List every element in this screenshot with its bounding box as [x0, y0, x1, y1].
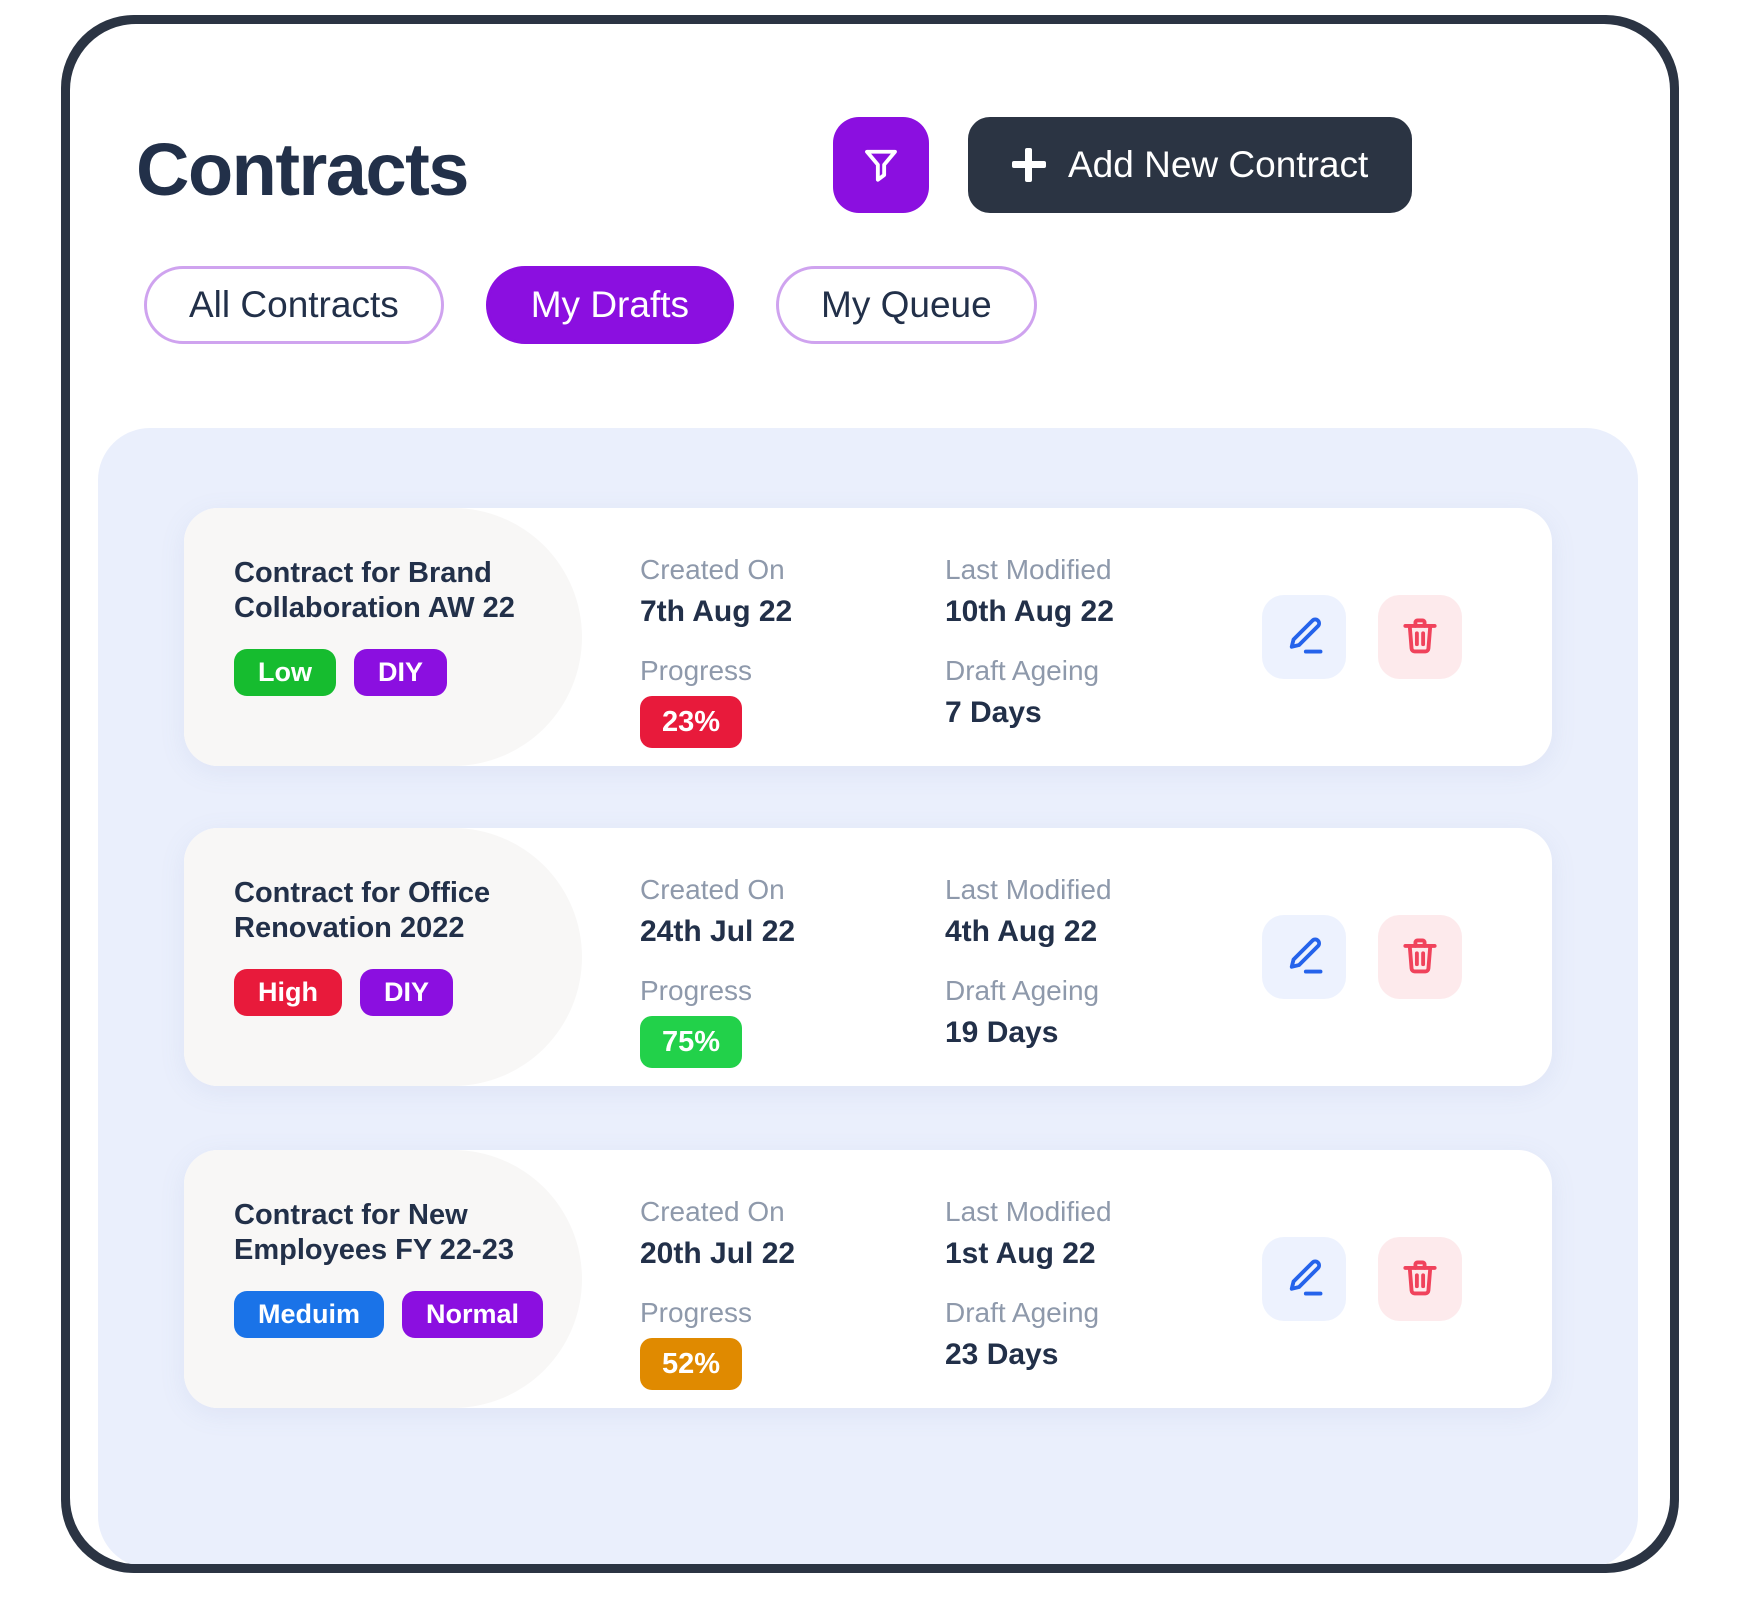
contract-summary: Contract for Brand Collaboration AW 22 L… — [184, 508, 582, 766]
app-screenshot: Contracts Add New Contract All Contracts… — [0, 0, 1740, 1605]
type-badge: Normal — [402, 1290, 544, 1338]
tab-my-queue-label: My Queue — [821, 284, 992, 325]
tab-my-queue[interactable]: My Queue — [776, 266, 1037, 344]
pencil-edit-icon — [1282, 1256, 1326, 1303]
last-modified-value: 1st Aug 22 — [945, 1237, 1096, 1270]
app-window: Contracts Add New Contract All Contracts… — [70, 24, 1670, 1564]
last-modified-label: Last Modified — [945, 1196, 1112, 1227]
last-modified-label: Last Modified — [945, 874, 1112, 905]
add-new-contract-label: Add New Contract — [1068, 144, 1369, 185]
page-header: Contracts Add New Contract All Contracts… — [70, 24, 1670, 424]
created-on-field: Created On 20th Jul 22 — [640, 1196, 945, 1271]
priority-badge: High — [234, 968, 342, 1016]
created-on-field: Created On 7th Aug 22 — [640, 554, 945, 629]
last-modified-label: Last Modified — [945, 554, 1112, 585]
progress-label: Progress — [640, 975, 753, 1006]
created-on-value: 20th Jul 22 — [640, 1237, 796, 1270]
contract-details: Created On 20th Jul 22 Last Modified 1st… — [582, 1150, 1252, 1408]
last-modified-field: Last Modified 4th Aug 22 — [945, 874, 1252, 949]
contract-actions — [1252, 828, 1552, 1086]
priority-badge: Meduim — [234, 1290, 385, 1338]
delete-contract-button[interactable] — [1378, 1237, 1462, 1321]
last-modified-value: 10th Aug 22 — [945, 595, 1114, 628]
contract-card[interactable]: Contract for New Employees FY 22-23 Medu… — [184, 1150, 1552, 1408]
contract-badges: Low DIY — [234, 648, 582, 696]
contract-actions — [1252, 1150, 1552, 1408]
draft-ageing-label: Draft Ageing — [945, 1297, 1100, 1328]
progress-badge: 75% — [640, 1016, 743, 1068]
contract-details: Created On 24th Jul 22 Last Modified 4th… — [582, 828, 1252, 1086]
page-title: Contracts — [136, 128, 469, 211]
progress-field: Progress 23% — [640, 655, 945, 748]
draft-ageing-field: Draft Ageing 7 Days — [945, 655, 1252, 748]
draft-ageing-field: Draft Ageing 19 Days — [945, 975, 1252, 1068]
contract-actions — [1252, 508, 1552, 766]
tab-bar: All Contracts My Drafts My Queue — [144, 266, 1037, 344]
progress-label: Progress — [640, 1297, 753, 1328]
delete-contract-button[interactable] — [1378, 915, 1462, 999]
progress-badge: 52% — [640, 1338, 743, 1390]
contract-badges: Meduim Normal — [234, 1290, 582, 1338]
pencil-edit-icon — [1282, 934, 1326, 981]
contract-badges: High DIY — [234, 968, 582, 1016]
tab-all-contracts-label: All Contracts — [189, 284, 399, 325]
tab-all-contracts[interactable]: All Contracts — [144, 266, 444, 344]
type-badge: DIY — [360, 968, 454, 1016]
priority-badge: Low — [234, 648, 336, 696]
progress-field: Progress 52% — [640, 1297, 945, 1390]
contract-summary: Contract for Office Renovation 2022 High… — [184, 828, 582, 1086]
edit-contract-button[interactable] — [1262, 915, 1346, 999]
add-new-contract-button[interactable]: Add New Contract — [968, 117, 1413, 213]
progress-label: Progress — [640, 655, 753, 686]
created-on-field: Created On 24th Jul 22 — [640, 874, 945, 949]
filter-funnel-icon — [860, 143, 902, 188]
progress-field: Progress 75% — [640, 975, 945, 1068]
contract-card[interactable]: Contract for Office Renovation 2022 High… — [184, 828, 1552, 1086]
draft-ageing-value: 19 Days — [945, 1016, 1059, 1049]
tab-my-drafts[interactable]: My Drafts — [485, 266, 735, 344]
tab-my-drafts-label: My Drafts — [530, 284, 690, 325]
trash-delete-icon — [1398, 1256, 1442, 1303]
contract-details: Created On 7th Aug 22 Last Modified 10th… — [582, 508, 1252, 766]
last-modified-field: Last Modified 1st Aug 22 — [945, 1196, 1252, 1271]
contracts-list-panel: Contract for Brand Collaboration AW 22 L… — [98, 428, 1638, 1564]
created-on-label: Created On — [640, 554, 785, 585]
draft-ageing-label: Draft Ageing — [945, 975, 1100, 1006]
contract-card[interactable]: Contract for Brand Collaboration AW 22 L… — [184, 508, 1552, 766]
delete-contract-button[interactable] — [1378, 595, 1462, 679]
last-modified-field: Last Modified 10th Aug 22 — [945, 554, 1252, 629]
created-on-label: Created On — [640, 874, 785, 905]
trash-delete-icon — [1398, 934, 1442, 981]
draft-ageing-value: 7 Days — [945, 696, 1042, 729]
contract-title: Contract for New Employees FY 22-23 — [234, 1199, 514, 1267]
edit-contract-button[interactable] — [1262, 595, 1346, 679]
plus-icon — [1012, 148, 1046, 182]
draft-ageing-label: Draft Ageing — [945, 655, 1100, 686]
created-on-value: 24th Jul 22 — [640, 915, 796, 948]
progress-badge: 23% — [640, 696, 743, 748]
created-on-label: Created On — [640, 1196, 785, 1227]
trash-delete-icon — [1398, 614, 1442, 661]
pencil-edit-icon — [1282, 614, 1326, 661]
draft-ageing-value: 23 Days — [945, 1338, 1059, 1371]
last-modified-value: 4th Aug 22 — [945, 915, 1098, 948]
edit-contract-button[interactable] — [1262, 1237, 1346, 1321]
filter-button[interactable] — [833, 117, 929, 213]
draft-ageing-field: Draft Ageing 23 Days — [945, 1297, 1252, 1390]
type-badge: DIY — [354, 648, 448, 696]
contract-title: Contract for Office Renovation 2022 — [234, 877, 491, 945]
contract-title: Contract for Brand Collaboration AW 22 — [234, 557, 515, 625]
created-on-value: 7th Aug 22 — [640, 595, 793, 628]
contract-summary: Contract for New Employees FY 22-23 Medu… — [184, 1150, 582, 1408]
